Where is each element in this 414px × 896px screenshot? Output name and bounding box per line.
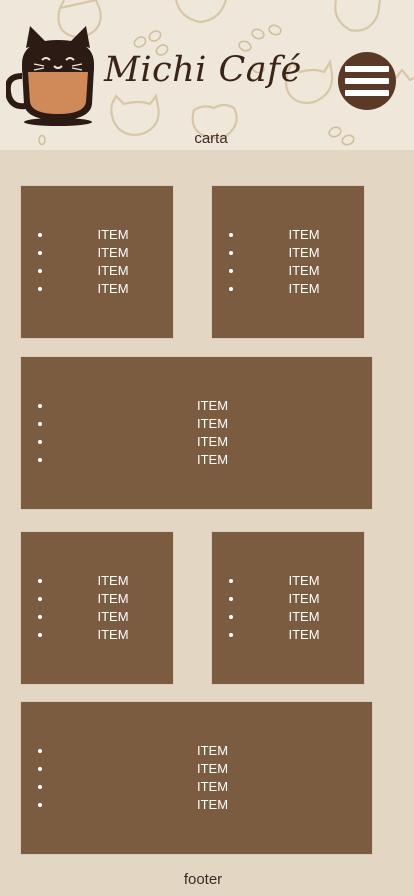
list-item: ITEM — [244, 590, 364, 608]
menu-card: ITEM ITEM ITEM ITEM — [20, 531, 174, 685]
list-item: ITEM — [53, 572, 173, 590]
list-item: ITEM — [53, 590, 173, 608]
item-list: ITEM ITEM ITEM ITEM — [21, 742, 372, 814]
cat-coffee-cup-logo — [6, 26, 94, 126]
list-item: ITEM — [244, 226, 364, 244]
list-item: ITEM — [53, 742, 372, 760]
list-item: ITEM — [53, 451, 372, 469]
list-item: ITEM — [53, 778, 372, 796]
menu-card: ITEM ITEM ITEM ITEM — [211, 531, 365, 685]
list-item: ITEM — [53, 415, 372, 433]
header: Michi Café carta — [0, 0, 414, 150]
list-item: ITEM — [244, 262, 364, 280]
list-item: ITEM — [53, 244, 173, 262]
menu-card: ITEM ITEM ITEM ITEM — [20, 185, 174, 339]
menu-card: ITEM ITEM ITEM ITEM — [20, 356, 373, 510]
footer: footer — [183, 871, 223, 888]
hamburger-menu-icon — [345, 66, 389, 72]
list-item: ITEM — [244, 244, 364, 262]
list-item: ITEM — [244, 626, 364, 644]
item-list: ITEM ITEM ITEM ITEM — [21, 397, 372, 469]
list-item: ITEM — [53, 397, 372, 415]
page-subtitle: carta — [194, 130, 228, 147]
list-item: ITEM — [53, 262, 173, 280]
list-item: ITEM — [53, 626, 173, 644]
item-list: ITEM ITEM ITEM ITEM — [21, 572, 173, 644]
list-item: ITEM — [53, 796, 372, 814]
list-item: ITEM — [53, 760, 372, 778]
menu-card: ITEM ITEM ITEM ITEM — [20, 701, 373, 855]
hamburger-menu-icon — [345, 78, 389, 84]
brand-name: Michi Café — [104, 50, 302, 90]
menu-card: ITEM ITEM ITEM ITEM — [211, 185, 365, 339]
item-list: ITEM ITEM ITEM ITEM — [212, 572, 364, 644]
list-item: ITEM — [244, 608, 364, 626]
list-item: ITEM — [53, 608, 173, 626]
list-item: ITEM — [244, 572, 364, 590]
hamburger-menu-icon — [345, 90, 389, 96]
menu-button[interactable] — [338, 52, 396, 110]
item-list: ITEM ITEM ITEM ITEM — [212, 226, 364, 298]
list-item: ITEM — [53, 226, 173, 244]
list-item: ITEM — [244, 280, 364, 298]
item-list: ITEM ITEM ITEM ITEM — [21, 226, 173, 298]
list-item: ITEM — [53, 433, 372, 451]
list-item: ITEM — [53, 280, 173, 298]
